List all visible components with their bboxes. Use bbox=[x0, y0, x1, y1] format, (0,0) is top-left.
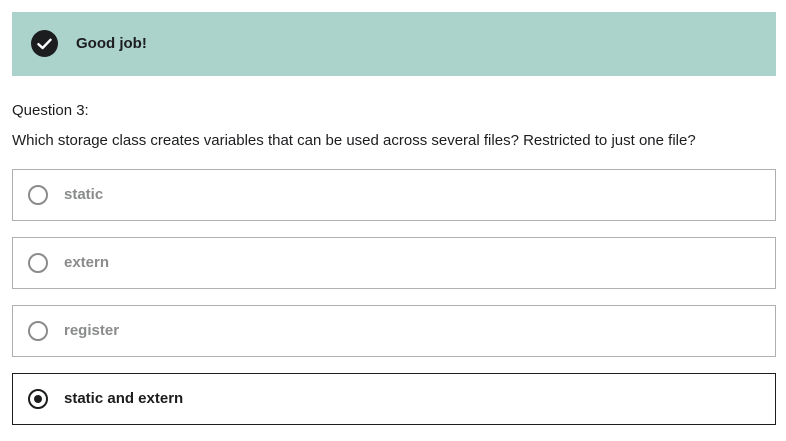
checkmark-icon bbox=[31, 30, 58, 57]
radio-button-icon[interactable] bbox=[28, 321, 48, 341]
question-number: Question 3: bbox=[12, 102, 89, 119]
answer-label: static bbox=[64, 186, 104, 203]
radio-button-icon[interactable] bbox=[28, 253, 48, 273]
feedback-message: Good job! bbox=[76, 35, 147, 52]
answer-option-static[interactable]: static bbox=[12, 169, 776, 221]
answer-option-static-and-extern[interactable]: static and extern bbox=[12, 373, 776, 425]
question-text: Which storage class creates variables th… bbox=[12, 132, 696, 149]
feedback-banner: Good job! bbox=[12, 12, 776, 76]
answer-list: static extern register static and extern bbox=[12, 169, 776, 441]
answer-label: extern bbox=[64, 254, 110, 271]
answer-option-register[interactable]: register bbox=[12, 305, 776, 357]
radio-button-icon[interactable] bbox=[28, 185, 48, 205]
checkmark-icon-glyph bbox=[37, 38, 52, 49]
answer-label: register bbox=[64, 322, 120, 339]
answer-label: static and extern bbox=[64, 390, 184, 407]
radio-dot-icon bbox=[34, 395, 42, 403]
answer-option-extern[interactable]: extern bbox=[12, 237, 776, 289]
radio-button-selected-icon[interactable] bbox=[28, 389, 48, 409]
